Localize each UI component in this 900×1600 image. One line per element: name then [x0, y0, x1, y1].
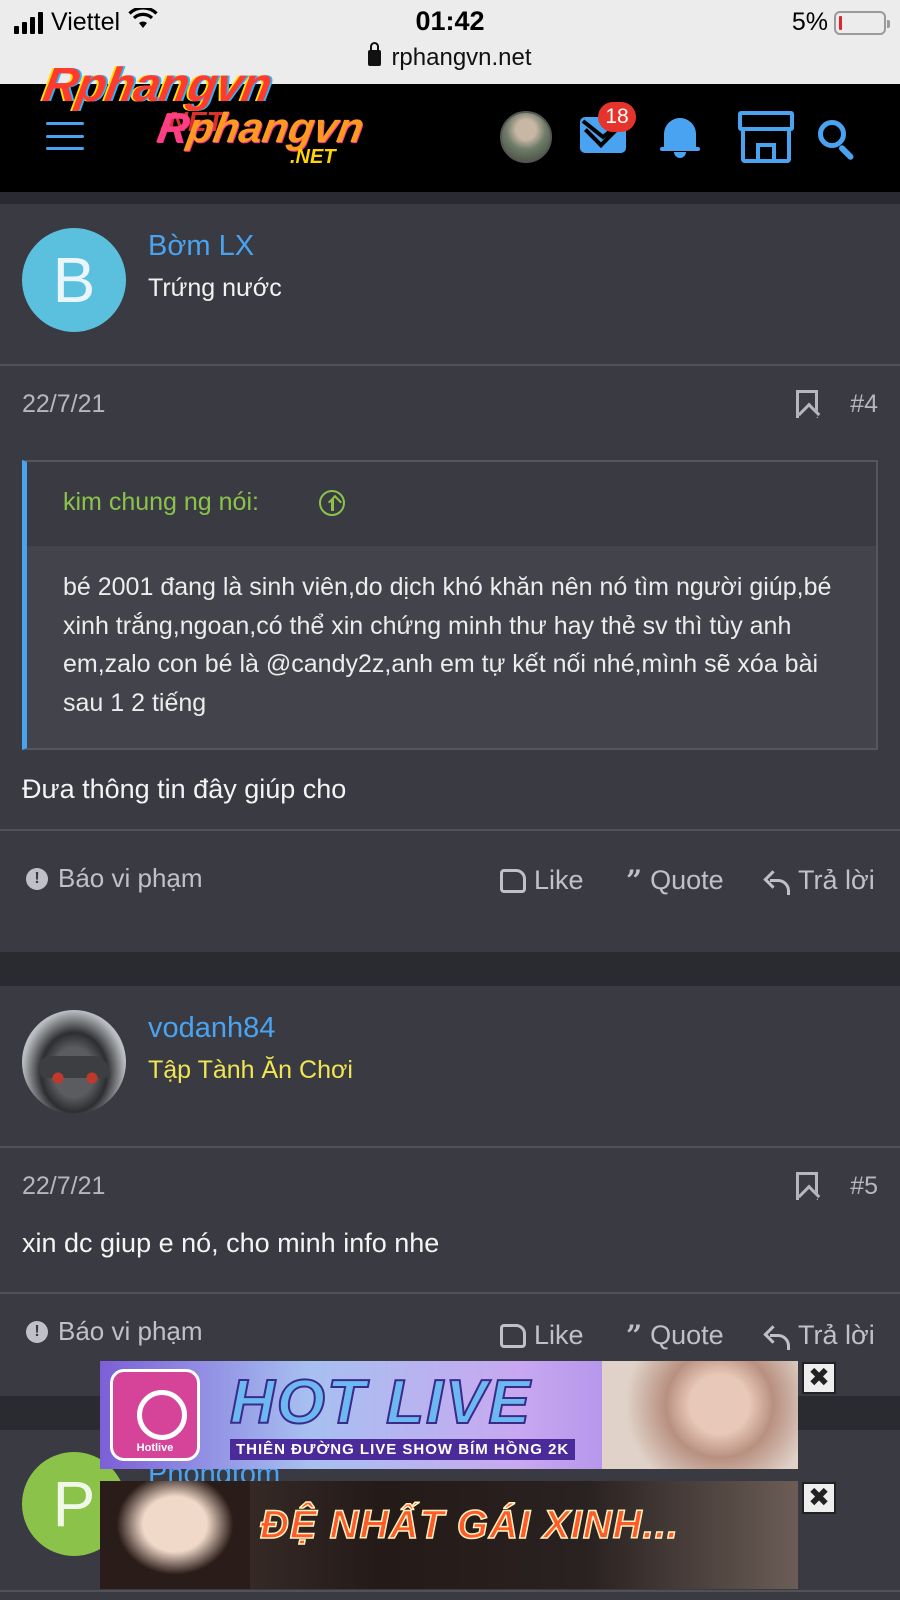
reply-button[interactable]: Trả lời [770, 865, 875, 896]
quote-author[interactable]: kim chung ng nói: [63, 488, 259, 517]
logo-main[interactable]: Rphangvn [154, 104, 368, 152]
like-button[interactable]: Like [500, 1320, 584, 1351]
username[interactable]: vodanh84 [148, 1012, 275, 1045]
quote-text: bé 2001 đang là sinh viên,do dịch khó kh… [27, 546, 876, 748]
post-user-header: B Bờm LX Trứng nước [0, 204, 900, 366]
close-icon[interactable]: ✖ [802, 1362, 836, 1394]
post-body: xin dc giup e nó, cho minh info nhe [22, 1228, 440, 1258]
post-date[interactable]: 22/7/21 [22, 390, 105, 419]
alert-icon: ! [26, 867, 48, 890]
alert-icon: ! [26, 1320, 48, 1343]
avatar[interactable] [22, 1010, 126, 1114]
user-title: Tập Tành Ăn Chơi [148, 1056, 353, 1084]
bell-icon[interactable] [660, 114, 700, 160]
post-user-header: vodanh84 Tập Tành Ăn Chơi [0, 986, 900, 1148]
bookmark-icon[interactable] [796, 1172, 818, 1200]
quote-button[interactable]: ” Quote [626, 1320, 724, 1351]
like-button[interactable]: Like [500, 865, 584, 896]
user-avatar[interactable] [500, 111, 552, 163]
username[interactable]: Bờm LX [148, 230, 254, 263]
ad-banner[interactable]: ĐỆ NHẤT GÁI XINH... [100, 1481, 798, 1589]
post-date[interactable]: 22/7/21 [22, 1172, 105, 1201]
battery-icon [834, 10, 890, 35]
hotlive-logo: Hotlive [110, 1369, 200, 1461]
reply-button[interactable]: Trả lời [770, 1320, 875, 1351]
clock: 01:42 [415, 6, 485, 36]
bookmark-icon[interactable] [796, 390, 818, 418]
post-number[interactable]: #5 [850, 1172, 878, 1201]
report-button[interactable]: ! Báo vi phạm [26, 1316, 203, 1347]
post-number[interactable]: #4 [850, 390, 878, 419]
ad-banner[interactable]: Hotlive HOT LIVE THIÊN ĐƯỜNG LIVE SHOW B… [100, 1361, 798, 1469]
arrow-up-circle-icon[interactable] [319, 490, 345, 516]
quote-icon: ” [626, 1318, 643, 1352]
quote-button[interactable]: ” Quote [626, 865, 724, 896]
ad-title: ĐỆ NHẤT GÁI XINH... [259, 1502, 680, 1548]
search-icon[interactable] [818, 120, 858, 161]
report-button[interactable]: ! Báo vi phạm [26, 863, 203, 894]
post-meta: 22/7/21 #4 [0, 366, 900, 436]
quote-header[interactable]: kim chung ng nói: [27, 462, 876, 546]
bottom-divider [0, 1590, 900, 1600]
store-icon[interactable] [736, 111, 796, 165]
ad-image [602, 1361, 798, 1469]
reply-label: Trả lời [798, 865, 875, 895]
reply-label: Trả lời [798, 1320, 875, 1350]
thumbs-up-icon [500, 868, 526, 893]
quote-label: Quote [650, 1320, 724, 1350]
user-title: Trứng nước [148, 274, 282, 302]
post: B Bờm LX Trứng nước 22/7/21 #4 kim chung… [0, 204, 900, 952]
thumbs-up-icon [500, 1323, 526, 1348]
report-label: Báo vi phạm [58, 863, 203, 893]
quote-label: Quote [650, 865, 724, 895]
reply-icon [770, 1333, 790, 1350]
quote-icon: ” [626, 863, 643, 897]
post-meta: 22/7/21 #5 [0, 1148, 900, 1218]
battery-percent: 5% [791, 8, 828, 36]
site-header: Rphangvn .NET Rphangvn .NET 18 [0, 59, 900, 192]
menu-icon[interactable] [46, 122, 84, 150]
logo-suffix: .NET [290, 146, 336, 168]
like-label: Like [534, 865, 584, 895]
ad-subtitle: THIÊN ĐƯỜNG LIVE SHOW BÍM HỒNG 2K [230, 1439, 576, 1460]
lock-icon [368, 42, 382, 66]
post-actions: ! Báo vi phạm Like ” Quote Trả lời [0, 829, 900, 929]
quote-block: kim chung ng nói: bé 2001 đang là sinh v… [22, 460, 878, 750]
reply-icon [770, 878, 790, 895]
inbox-badge: 18 [598, 102, 636, 132]
battery-area: 5% [791, 8, 890, 37]
post-body: Đưa thông tin đây giúp cho [22, 774, 347, 804]
ad-title: HOT LIVE [229, 1367, 532, 1438]
like-label: Like [534, 1320, 584, 1350]
url-text: rphangvn.net [391, 44, 532, 71]
post: vodanh84 Tập Tành Ăn Chơi 22/7/21 #5 xin… [0, 986, 900, 1396]
close-icon[interactable]: ✖ [802, 1482, 836, 1514]
report-label: Báo vi phạm [58, 1316, 203, 1346]
avatar[interactable]: B [22, 228, 126, 332]
ad-image [100, 1481, 250, 1589]
